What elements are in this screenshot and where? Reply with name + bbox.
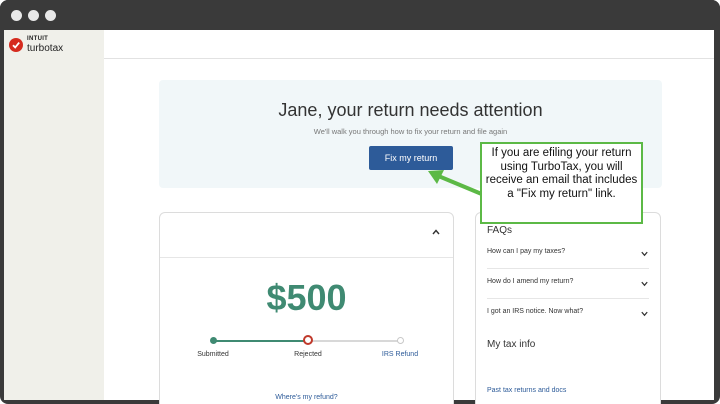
- browser-window: INTUIT turbotax Jane, your return needs …: [0, 0, 720, 404]
- annotation-callout: If you are efiling your return using Tur…: [480, 142, 643, 224]
